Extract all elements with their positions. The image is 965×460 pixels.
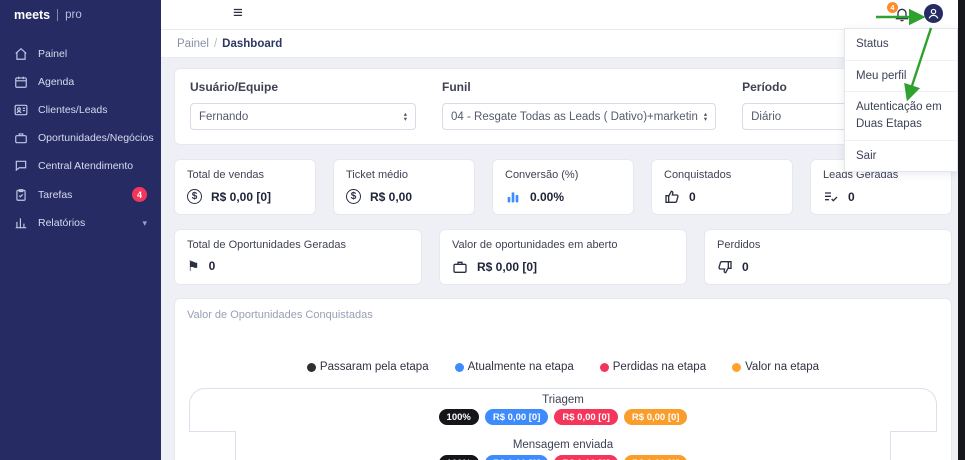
stage-badges: 100% R$ 0,00 [0] R$ 0,00 [0] R$ 0,00 [0] xyxy=(439,409,688,425)
funnel-stage-triagem: Triagem 100% R$ 0,00 [0] R$ 0,00 [0] R$ … xyxy=(189,388,937,432)
list-check-icon xyxy=(823,189,839,205)
calendar-icon xyxy=(14,75,28,89)
menu-item-sair[interactable]: Sair xyxy=(845,141,957,172)
notification-count-badge: 4 xyxy=(887,2,898,13)
sidebar-item-label: Clientes/Leads xyxy=(38,104,107,116)
bar-chart-icon xyxy=(14,216,28,230)
filters-card: Usuário/Equipe Fernando ▴▾ Funil 04 - Re… xyxy=(174,68,952,145)
stage-badges: 100% R$ 0,00 [0] R$ 0,00 [0] R$ 0,00 [0] xyxy=(439,455,688,460)
sidebar-item-label: Relatórios xyxy=(38,217,85,229)
user-team-select[interactable]: Fernando ▴▾ xyxy=(190,103,416,130)
stats-row-1: Total de vendas $ R$ 0,00 [0] Ticket méd… xyxy=(174,159,952,215)
menu-item-meu-perfil[interactable]: Meu perfil xyxy=(845,61,957,93)
sidebar-item-oportunidades[interactable]: Oportunidades/Negócios xyxy=(0,124,161,152)
filter-funnel: Funil 04 - Resgate Todas as Leads ( Dati… xyxy=(442,80,716,130)
stat-card-valor-em-aberto: Valor de oportunidades em aberto R$ 0,00… xyxy=(439,229,687,285)
brand-name: meets xyxy=(14,8,50,22)
tasks-count-badge: 4 xyxy=(132,187,147,202)
briefcase-icon xyxy=(14,131,28,145)
legend-dot xyxy=(455,363,464,372)
home-icon xyxy=(14,47,28,61)
chevron-down-icon: ▾ xyxy=(142,218,147,229)
lost-value-badge: R$ 0,00 [0] xyxy=(554,409,618,425)
stat-card-conversao: Conversão (%) 0.00% xyxy=(492,159,634,215)
lost-value-badge: R$ 0,00 [0] xyxy=(554,455,618,460)
sidebar-item-label: Painel xyxy=(38,48,67,60)
stat-card-conquistados: Conquistados 0 xyxy=(651,159,793,215)
current-value-badge: R$ 0,00 [0] xyxy=(485,409,549,425)
clipboard-check-icon xyxy=(14,188,28,202)
thumbs-down-icon xyxy=(717,259,733,275)
brand-suffix: pro xyxy=(57,9,82,21)
stage-value-badge: R$ 0,00 [0] xyxy=(624,409,688,425)
menu-item-status[interactable]: Status xyxy=(845,29,957,61)
contact-card-icon xyxy=(14,103,28,117)
filter-user-team: Usuário/Equipe Fernando ▴▾ xyxy=(190,80,416,130)
chart-legend: Passaram pela etapa Atualmente na etapa … xyxy=(175,361,951,373)
user-dropdown-menu: Status Meu perfil Autenticação em Duas E… xyxy=(844,28,958,172)
funnel-stage-mensagem-enviada: Mensagem enviada 100% R$ 0,00 [0] R$ 0,0… xyxy=(235,431,891,460)
filter-label: Usuário/Equipe xyxy=(190,80,416,94)
breadcrumb-current: Dashboard xyxy=(222,38,282,50)
chat-icon xyxy=(14,159,28,173)
dollar-circle-icon: $ xyxy=(187,189,202,204)
stat-card-total-vendas: Total de vendas $ R$ 0,00 [0] xyxy=(174,159,316,215)
sidebar-item-central-atendimento[interactable]: Central Atendimento xyxy=(0,152,161,180)
briefcase-icon xyxy=(452,259,468,275)
brand-logo: meets pro xyxy=(0,0,161,30)
topbar: ≡ 4 xyxy=(161,0,965,30)
percent-badge: 100% xyxy=(439,409,479,425)
topbar-actions: 4 xyxy=(894,4,943,23)
stat-card-perdidos: Perdidos 0 xyxy=(704,229,952,285)
notifications-button[interactable]: 4 xyxy=(894,6,910,22)
legend-item: Passaram pela etapa xyxy=(307,361,429,373)
person-icon xyxy=(927,7,940,20)
select-caret-icon: ▴▾ xyxy=(404,112,407,122)
legend-item: Valor na etapa xyxy=(732,361,819,373)
user-avatar[interactable] xyxy=(924,4,943,23)
sidebar-item-painel[interactable]: Painel xyxy=(0,40,161,68)
legend-dot xyxy=(307,363,316,372)
breadcrumb-separator: / xyxy=(214,38,217,50)
sidebar: meets pro Painel Agenda Clientes/Leads xyxy=(0,0,161,460)
dollar-circle-icon: $ xyxy=(346,189,361,204)
filter-label: Funil xyxy=(442,80,716,94)
stats-row-2: Total de Oportunidades Geradas ⚑ 0 Valor… xyxy=(174,229,952,285)
sidebar-item-label: Agenda xyxy=(38,76,74,88)
funnel: Triagem 100% R$ 0,00 [0] R$ 0,00 [0] R$ … xyxy=(175,388,951,460)
thumbs-up-icon xyxy=(664,189,680,205)
select-caret-icon: ▴▾ xyxy=(704,112,707,122)
breadcrumb-parent[interactable]: Painel xyxy=(177,38,209,50)
legend-item: Atualmente na etapa xyxy=(455,361,574,373)
menu-item-autenticacao-duas-etapas[interactable]: Autenticação em Duas Etapas xyxy=(845,92,957,140)
sidebar-item-tarefas[interactable]: Tarefas 4 xyxy=(0,180,161,209)
flag-icon: ⚑ xyxy=(187,259,200,273)
stat-card-ticket-medio: Ticket médio $ R$ 0,00 xyxy=(333,159,475,215)
app-root: meets pro Painel Agenda Clientes/Leads xyxy=(0,0,965,460)
sidebar-nav: Painel Agenda Clientes/Leads Oportunidad… xyxy=(0,40,161,237)
sidebar-item-label: Central Atendimento xyxy=(38,160,133,172)
sidebar-item-relatorios[interactable]: Relatórios ▾ xyxy=(0,209,161,237)
sidebar-item-label: Oportunidades/Negócios xyxy=(38,132,154,144)
funnel-chart-card: Valor de Oportunidades Conquistadas Pass… xyxy=(174,298,952,460)
window-edge xyxy=(958,0,965,460)
legend-item: Perdidas na etapa xyxy=(600,361,706,373)
menu-toggle-button[interactable]: ≡ xyxy=(233,3,243,23)
stage-value-badge: R$ 0,00 [0] xyxy=(624,455,688,460)
funnel-select[interactable]: 04 - Resgate Todas as Leads ( Dativo)+ma… xyxy=(442,103,716,130)
chart-title: Valor de Oportunidades Conquistadas xyxy=(175,309,951,321)
stat-card-oportunidades-geradas: Total de Oportunidades Geradas ⚑ 0 xyxy=(174,229,422,285)
bar-chart-icon xyxy=(505,189,521,205)
sidebar-item-agenda[interactable]: Agenda xyxy=(0,68,161,96)
sidebar-item-clientes-leads[interactable]: Clientes/Leads xyxy=(0,96,161,124)
legend-dot xyxy=(732,363,741,372)
sidebar-item-label: Tarefas xyxy=(38,189,72,201)
percent-badge: 100% xyxy=(439,455,479,460)
legend-dot xyxy=(600,363,609,372)
current-value-badge: R$ 0,00 [0] xyxy=(485,455,549,460)
